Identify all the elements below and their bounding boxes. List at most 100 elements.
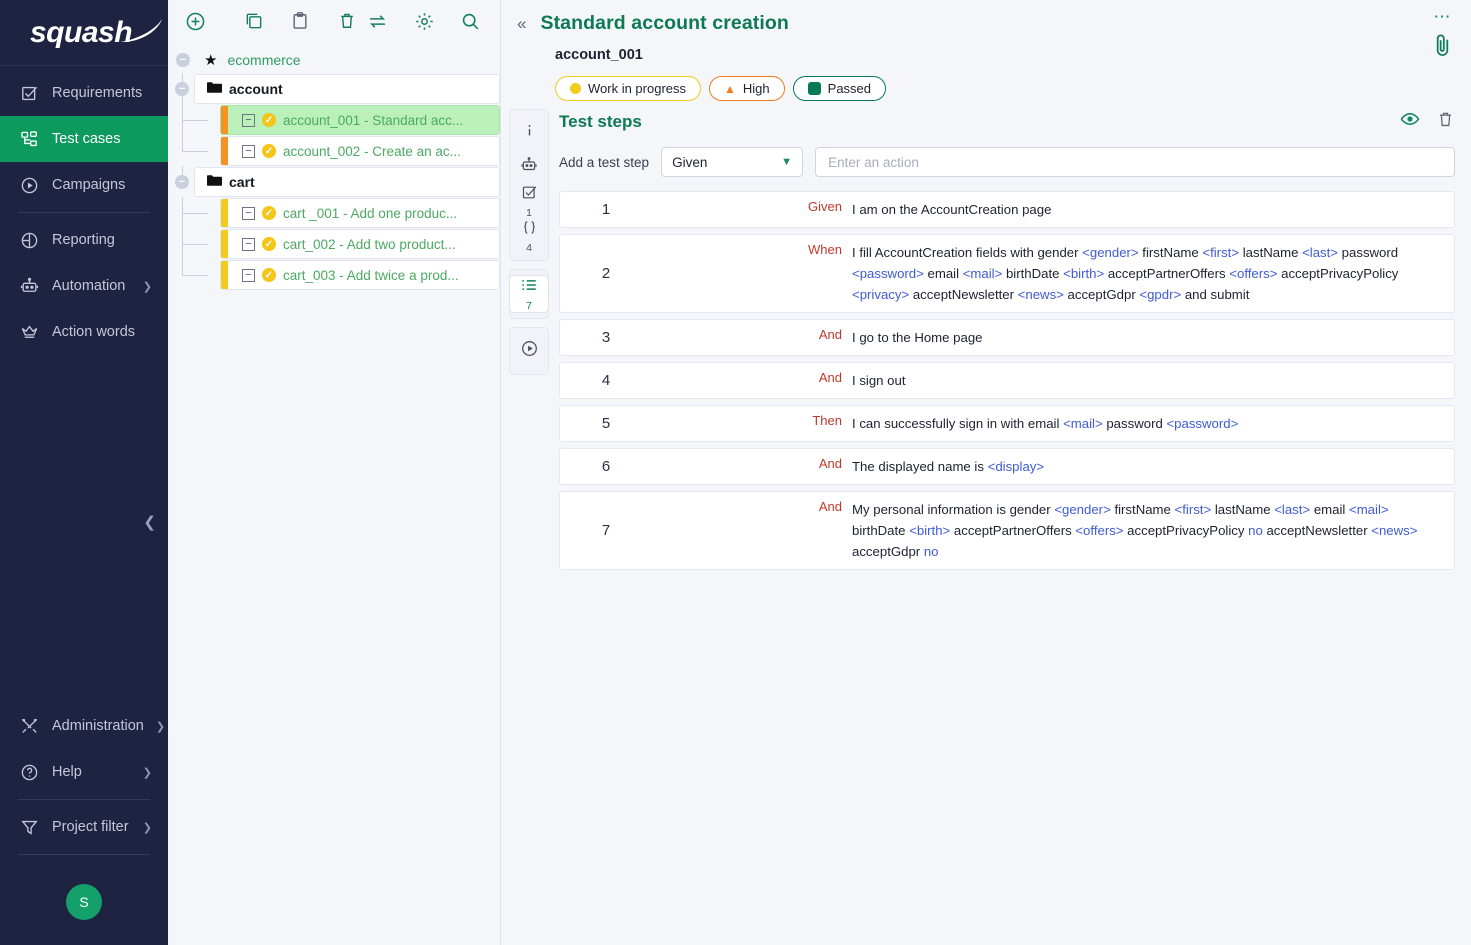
status-color-bar [221,137,228,165]
test-step-row[interactable]: 5ThenI can successfully sign in with ema… [559,405,1455,442]
more-options-icon[interactable]: ⋯ [1434,12,1452,22]
sidebar-item-campaigns[interactable]: Campaigns [0,162,168,208]
info-icon [521,122,538,144]
step-parameter: <offers> [1075,523,1123,538]
paste-icon[interactable] [285,5,316,37]
star-icon: ★ [204,51,217,69]
step-parameter: <news> [1371,523,1417,538]
tree-item-row[interactable]: − ✓ cart_002 - Add two product... [168,229,500,259]
test-step-row[interactable]: 6AndThe displayed name is <display> [559,448,1455,485]
test-case-reference: account_001 [555,47,1455,63]
keyword-select-value: Given [672,155,707,170]
test-steps-tab[interactable]: 7 [510,276,548,312]
automation-tab[interactable] [510,150,548,184]
tree-item-label: account_002 - Create an ac... [283,144,491,159]
tree-gutter [168,105,220,135]
transfer-icon[interactable] [362,5,393,37]
priority-badge[interactable]: ▲ High [709,76,785,101]
delete-icon[interactable] [331,5,362,37]
tree-item-row[interactable]: − ✓ account_002 - Create an ac... [168,136,500,166]
test-step-action: I am on the AccountCreation page [852,199,1440,220]
sidebar-item-administration[interactable]: Administration ❯ [0,703,168,749]
verified-requirements-tab[interactable]: 1 [510,184,548,219]
tree-item-cart-001[interactable]: − ✓ cart _001 - Add one produc... [220,198,500,228]
test-step-row[interactable]: 7AndMy personal information is gender <g… [559,491,1455,570]
step-parameter: <password> [1166,416,1238,431]
tab-badge-count: 4 [526,242,532,254]
folder-toggle-icon[interactable]: − [175,82,189,96]
sidebar-item-reporting[interactable]: Reporting [0,217,168,263]
settings-icon[interactable] [409,5,440,37]
tree-item-row[interactable]: − ✓ cart_003 - Add twice a prod... [168,260,500,290]
sidebar-item-label: Action words [52,324,152,340]
tree-gutter [168,260,220,290]
chevron-right-icon: ❯ [143,766,152,779]
brand-logo[interactable]: squash [0,0,168,66]
avatar[interactable]: S [66,884,102,920]
add-test-step-row: Add a test step Given ▼ [559,147,1455,177]
tree-folder-cart[interactable]: cart [194,167,500,197]
tree-gutter: − [168,74,194,104]
test-step-row[interactable]: 1GivenI am on the AccountCreation page [559,191,1455,228]
add-icon[interactable] [180,5,211,37]
sidebar-item-project-filter[interactable]: Project filter ❯ [0,804,168,850]
executions-tab[interactable] [510,334,548,368]
test-step-row[interactable]: 2WhenI fill AccountCreation fields with … [559,234,1455,313]
sidebar-item-help[interactable]: Help ❯ [0,749,168,795]
detail-body: 1 4 [501,101,1471,945]
test-case-detail-panel: « Standard account creation account_001 … [501,0,1471,945]
status-check-icon: ✓ [262,206,276,220]
tree-folder-account[interactable]: account [194,74,500,104]
search-icon[interactable] [455,5,486,37]
chevron-left-icon: ❮ [143,513,156,531]
step-text: birthDate [852,523,909,538]
sidebar-item-action-words[interactable]: Action words [0,309,168,355]
sidebar-item-test-cases[interactable]: Test cases [0,116,168,162]
tree-folder-row[interactable]: − account [168,74,500,104]
item-expand-icon[interactable]: − [242,145,255,158]
sidebar-main-items: Requirements Test cases Campaigns [0,66,168,355]
brand-name: squash [30,16,132,49]
trash-icon[interactable] [1436,110,1455,134]
step-text: I go to the Home page [852,330,983,345]
sidebar-collapse-button[interactable]: ❮ [0,513,168,531]
tree-item-row[interactable]: − ✓ cart _001 - Add one produc... [168,198,500,228]
tree-item-cart-002[interactable]: − ✓ cart_002 - Add two product... [220,229,500,259]
item-expand-icon[interactable]: − [242,207,255,220]
test-step-row[interactable]: 3AndI go to the Home page [559,319,1455,356]
sidebar-item-requirements[interactable]: Requirements [0,70,168,116]
page-title: Standard account creation [540,12,788,35]
vertical-tab-group-primary: 1 4 [509,109,549,261]
item-expand-icon[interactable]: − [242,269,255,282]
folder-icon [207,174,222,190]
item-expand-icon[interactable]: − [242,114,255,127]
step-text: I sign out [852,373,906,388]
parameters-tab[interactable]: 4 [510,219,548,254]
tree-item-account-001[interactable]: − ✓ account_001 - Standard acc... [220,105,500,135]
paperclip-icon[interactable] [1432,32,1453,63]
sidebar-item-automation[interactable]: Automation ❯ [0,263,168,309]
tree-folder-row[interactable]: − cart [168,167,500,197]
status-badge[interactable]: Work in progress [555,76,701,101]
test-step-number: 7 [560,522,652,539]
information-tab[interactable] [510,116,548,150]
tree-root-node[interactable]: − ★ ecommerce [168,46,500,74]
keyword-select[interactable]: Given ▼ [661,147,803,177]
tree-item-account-002[interactable]: − ✓ account_002 - Create an ac... [220,136,500,166]
root-toggle-icon[interactable]: − [176,53,190,67]
folder-toggle-icon[interactable]: − [175,175,189,189]
copy-icon[interactable] [238,5,269,37]
tree-item-cart-003[interactable]: − ✓ cart_003 - Add twice a prod... [220,260,500,290]
test-step-number: 3 [560,329,652,346]
action-input[interactable] [815,147,1455,177]
panel-collapse-button[interactable]: « [517,12,526,32]
tree-item-row[interactable]: − ✓ account_001 - Standard acc... [168,105,500,135]
user-avatar-area: S [0,859,168,945]
test-step-row[interactable]: 4AndI sign out [559,362,1455,399]
eye-icon[interactable] [1400,109,1420,134]
step-text: password [1338,245,1398,260]
step-parameter: <birth> [1063,266,1104,281]
item-expand-icon[interactable]: − [242,238,255,251]
result-badge[interactable]: Passed [793,76,886,101]
status-color-bar [221,230,228,258]
